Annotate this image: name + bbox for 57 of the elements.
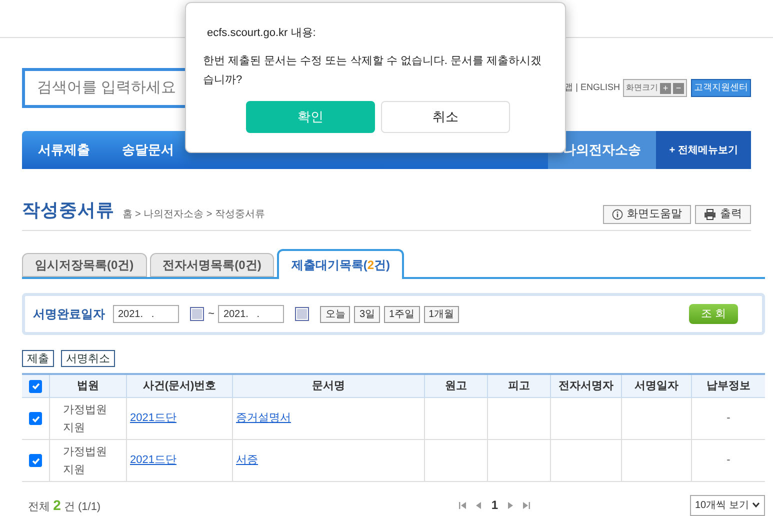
last-page-icon[interactable] — [523, 502, 530, 508]
checkbox[interactable] — [29, 412, 42, 425]
date-from-field[interactable]: 2021. . — [113, 305, 179, 323]
column-header: 피고 — [488, 375, 551, 397]
range-separator: ~ — [208, 306, 214, 322]
help-button[interactable]: 화면도움말 — [603, 205, 691, 224]
table-cell-text: - — [726, 453, 730, 468]
tab[interactable]: 전자서명목록(0건) — [150, 253, 274, 277]
column-header: 원고 — [425, 375, 488, 397]
page-title: 작성중서류 — [22, 199, 114, 222]
page-size-select[interactable]: 10개씩 보기 — [690, 494, 765, 516]
column-header: 납부정보 — [706, 378, 752, 394]
document-link[interactable]: 서증 — [236, 452, 258, 469]
tab[interactable]: 임시저장목록(0건) — [22, 253, 147, 277]
quick-range-button[interactable]: 1주일 — [384, 306, 420, 322]
total-count: 전체 2 건 (1/1) — [28, 496, 101, 514]
dialog-origin: ecfs.scourt.go.kr 내용: — [206, 26, 317, 41]
support-button[interactable]: 고객지원센터 — [691, 79, 751, 97]
document-link[interactable]: 증거설명서 — [236, 410, 291, 427]
nav-item[interactable]: 나의전자소송 — [548, 131, 656, 169]
quick-range-button[interactable]: 1개월 — [424, 306, 460, 322]
action-button[interactable]: 제출 — [22, 350, 54, 367]
tab[interactable]: 제출대기목록(2건) — [277, 249, 404, 279]
zoom-out-button[interactable]: − — [673, 82, 684, 94]
column-header: 전자서명자 — [551, 375, 622, 397]
first-page-icon[interactable] — [459, 502, 466, 508]
action-button[interactable]: 서명취소 — [61, 350, 115, 367]
printer-icon — [704, 209, 716, 220]
checkbox[interactable] — [29, 380, 42, 392]
calendar-icon[interactable] — [295, 307, 310, 321]
table-cell-text: - — [726, 411, 730, 426]
print-button[interactable]: 출력 — [695, 205, 751, 224]
column-header: 서명일자 — [622, 375, 692, 397]
breadcrumb: 홈 > 나의전자소송 > 작성중서류 — [122, 208, 266, 222]
page-number[interactable]: 1 — [491, 496, 498, 514]
date-to-field[interactable]: 2021. . — [218, 305, 284, 323]
info-icon — [612, 209, 623, 220]
quick-range-button[interactable]: 오늘 — [320, 306, 350, 322]
cancel-button[interactable]: 취소 — [381, 100, 510, 132]
previous-page-icon[interactable] — [476, 502, 482, 508]
column-header: 사건(문서)번호 — [127, 375, 233, 397]
zoom-control: 화면크기 + − — [623, 79, 687, 97]
case-link[interactable]: 2021드단 — [130, 452, 203, 469]
checkbox[interactable] — [29, 454, 42, 467]
all-menu-button[interactable]: + 전체메뉴보기 — [656, 131, 751, 169]
quick-range-button[interactable]: 3일 — [354, 306, 380, 322]
calendar-icon[interactable] — [190, 307, 204, 321]
table-cell-text: 가정법원 지원 — [63, 402, 108, 436]
column-header: 법원 — [50, 375, 127, 397]
next-page-icon[interactable] — [508, 502, 513, 508]
column-header: 문서명 — [233, 375, 425, 397]
case-link[interactable]: 2021드단 — [130, 410, 203, 427]
chevron-down-icon — [752, 502, 760, 508]
zoom-in-button[interactable]: + — [660, 82, 671, 94]
nav-item[interactable]: 서류제출 — [22, 131, 106, 169]
table-cell-text: 가정법원 지원 — [63, 444, 108, 478]
filter-label: 서명완료일자 — [33, 306, 105, 323]
